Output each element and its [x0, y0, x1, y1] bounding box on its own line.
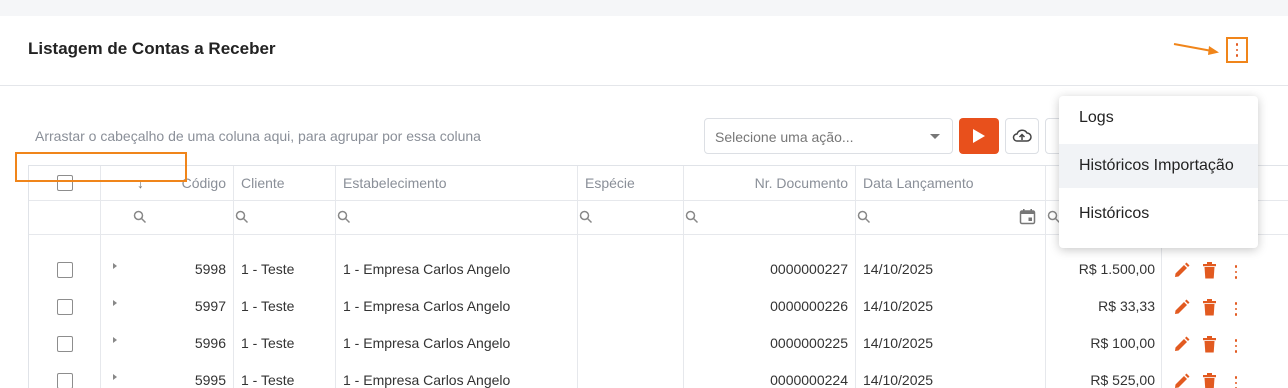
cell-cliente: 1 - Teste — [241, 335, 295, 351]
cell-nr-documento: 0000000226 — [770, 298, 848, 314]
kebab-icon — [1234, 375, 1238, 388]
column-header-data-lancamento[interactable]: Data Lançamento — [863, 166, 974, 200]
trash-icon[interactable] — [1202, 373, 1217, 388]
expand-icon[interactable] — [113, 263, 117, 269]
row-more-button[interactable] — [1231, 375, 1241, 388]
trash-icon[interactable] — [1202, 299, 1217, 321]
group-by-hint: Arrastar o cabeçalho de uma coluna aqui,… — [35, 128, 481, 144]
cell-nr-documento: 0000000224 — [770, 372, 848, 388]
cell-nr-documento: 0000000227 — [770, 261, 848, 277]
cell-data-lancamento: 14/10/2025 — [863, 261, 934, 277]
search-icon[interactable] — [579, 210, 593, 229]
row-checkbox[interactable] — [57, 262, 73, 278]
cell-cliente: 1 - Teste — [241, 261, 295, 277]
column-header-especie[interactable]: Espécie — [585, 166, 635, 200]
row-checkbox[interactable] — [57, 336, 73, 352]
edit-icon[interactable] — [1173, 336, 1190, 358]
search-icon[interactable] — [685, 210, 699, 229]
kebab-icon — [1235, 42, 1239, 59]
trash-icon[interactable] — [1202, 336, 1217, 358]
edit-icon[interactable] — [1173, 373, 1190, 388]
cell-nr-documento: 0000000225 — [770, 335, 848, 351]
cell-codigo: 5998 — [194, 261, 226, 277]
kebab-icon — [1234, 301, 1238, 318]
cell-data-lancamento: 14/10/2025 — [863, 298, 934, 314]
column-header-estabelecimento[interactable]: Estabelecimento — [343, 166, 447, 200]
row-checkbox[interactable] — [57, 299, 73, 315]
chevron-down-icon — [930, 134, 940, 139]
column-header-nr-documento[interactable]: Nr. Documento — [691, 166, 848, 200]
upload-button[interactable] — [1005, 118, 1039, 154]
row-more-button[interactable] — [1231, 301, 1241, 317]
action-select-placeholder: Selecione uma ação... — [715, 129, 854, 145]
row-checkbox[interactable] — [57, 373, 73, 388]
list-card: Listagem de Contas a Receber Arrastar o … — [0, 16, 1288, 388]
cell-codigo: 5996 — [194, 335, 226, 351]
page-title: Listagem de Contas a Receber — [28, 39, 276, 58]
cell-valor: R$ 1.500,00 — [1078, 261, 1155, 277]
play-icon — [973, 129, 985, 143]
more-options-button[interactable] — [1226, 37, 1248, 63]
edit-icon[interactable] — [1173, 299, 1190, 321]
search-icon[interactable] — [337, 210, 351, 229]
row-more-button[interactable] — [1231, 338, 1241, 354]
kebab-icon — [1234, 264, 1238, 281]
options-dropdown-menu: Logs Históricos Importação Históricos — [1059, 96, 1258, 248]
execute-action-button[interactable] — [959, 118, 999, 154]
kebab-icon — [1234, 338, 1238, 355]
cell-valor: R$ 525,00 — [1090, 372, 1155, 388]
cell-codigo: 5997 — [194, 298, 226, 314]
highlight-box — [15, 152, 187, 182]
cell-data-lancamento: 14/10/2025 — [863, 335, 934, 351]
search-icon[interactable] — [857, 210, 871, 229]
expand-icon[interactable] — [113, 300, 117, 306]
cell-valor: R$ 33,33 — [1098, 298, 1155, 314]
search-icon[interactable] — [235, 210, 249, 229]
calendar-icon[interactable] — [1019, 208, 1036, 230]
row-more-button[interactable] — [1231, 264, 1241, 280]
cell-estabelecimento: 1 - Empresa Carlos Angelo — [343, 298, 511, 314]
menu-item-historicos[interactable]: Históricos — [1059, 192, 1258, 236]
expand-icon[interactable] — [113, 374, 117, 380]
expand-icon[interactable] — [113, 337, 117, 343]
cloud-upload-icon — [1012, 129, 1032, 142]
trash-icon[interactable] — [1202, 262, 1217, 284]
cell-cliente: 1 - Teste — [241, 298, 295, 314]
cell-estabelecimento: 1 - Empresa Carlos Angelo — [343, 372, 511, 388]
menu-item-logs[interactable]: Logs — [1059, 96, 1258, 140]
search-icon[interactable] — [133, 210, 147, 229]
cell-estabelecimento: 1 - Empresa Carlos Angelo — [343, 261, 511, 277]
column-header-cliente[interactable]: Cliente — [241, 166, 285, 200]
cell-estabelecimento: 1 - Empresa Carlos Angelo — [343, 335, 511, 351]
cell-cliente: 1 - Teste — [241, 372, 295, 388]
cell-codigo: 5995 — [194, 372, 226, 388]
menu-item-historicos-importacao[interactable]: Históricos Importação — [1059, 144, 1258, 188]
cell-valor: R$ 100,00 — [1090, 335, 1155, 351]
annotation-arrow-icon — [1173, 43, 1219, 55]
cell-data-lancamento: 14/10/2025 — [863, 372, 934, 388]
action-select[interactable]: Selecione uma ação... — [704, 118, 953, 154]
card-header: Listagem de Contas a Receber — [0, 16, 1288, 86]
edit-icon[interactable] — [1173, 262, 1190, 284]
